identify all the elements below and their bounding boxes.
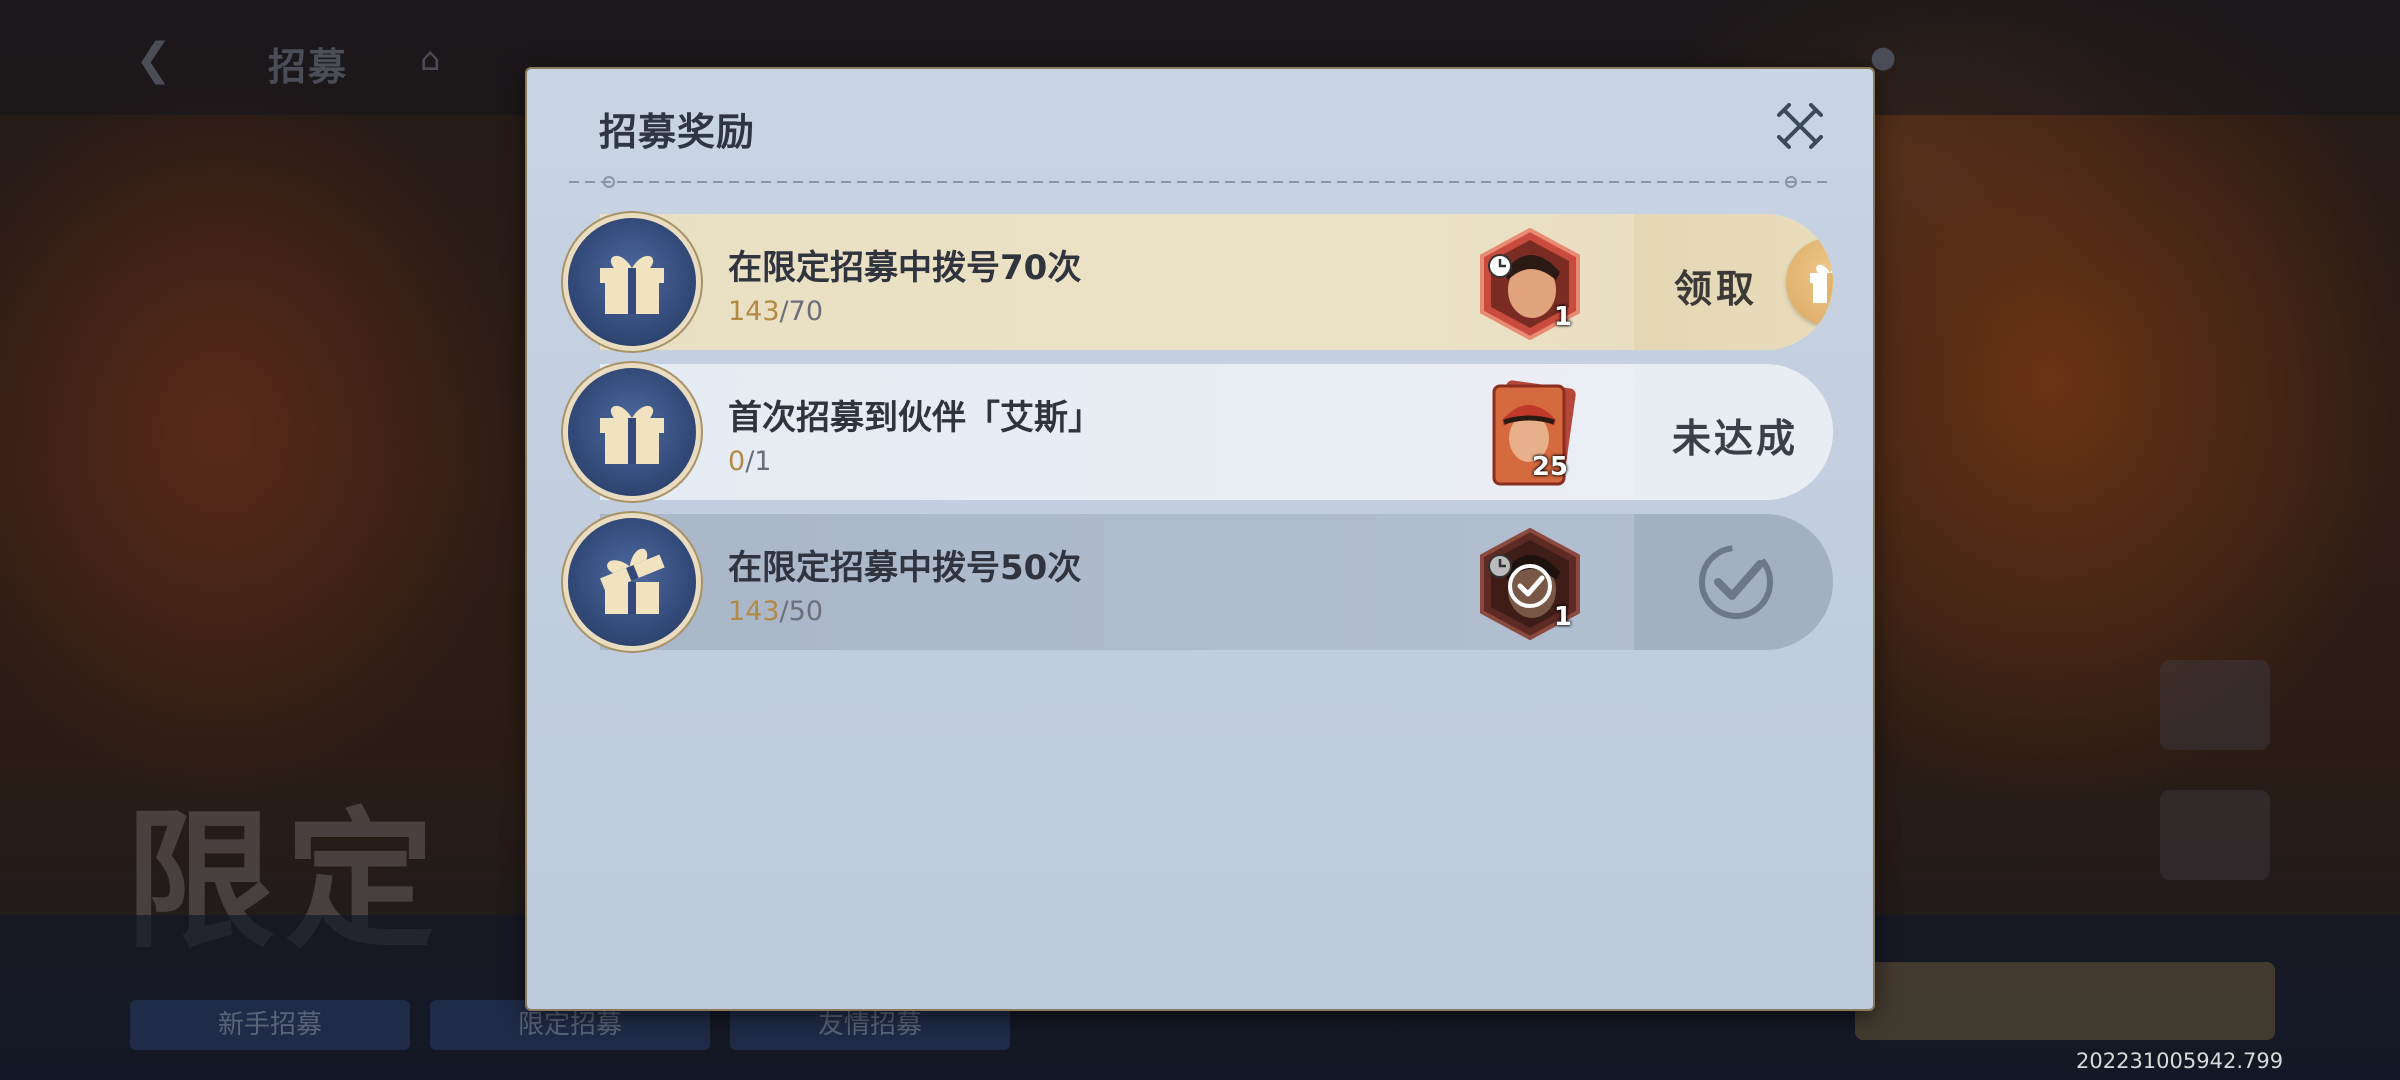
reward-task-progress: 143/50 [728,596,823,627]
ace-fragment-card-icon[interactable]: 25 [1476,378,1588,490]
status-cell [1634,514,1833,650]
reward-row: 领取 在限定招募中拨号70次 143/70 1 [568,214,1833,350]
side-shortcut-button [2160,660,2270,750]
gift-icon [1786,238,1833,326]
ace-portrait-claimed-icon[interactable]: 1 [1474,527,1586,641]
claim-button-label: 领取 [1674,267,1759,311]
reward-count: 25 [1531,452,1568,482]
close-button[interactable] [1775,101,1825,151]
reward-task-title: 在限定招募中拨号70次 [728,248,1082,288]
timestamp-overlay: 202231005942.799 [2076,1049,2284,1073]
reward-row: 未达成 首次招募到伙伴「艾斯」 0/1 25 [568,364,1833,500]
background-page-title: 招募 [268,45,349,89]
back-arrow-icon: ❮ [135,34,172,85]
gift-icon [568,218,696,346]
progress-total: /70 [779,296,823,327]
side-shortcut-button [2160,790,2270,880]
progress-current: 143 [728,296,780,327]
status-cell: 未达成 [1634,364,1833,500]
recruit-reward-dialog: 招募奖励 领取 在限定招募中拨号70次 143/70 1 未达成 首次招募到伙伴… [527,69,1873,1009]
reward-task-title: 在限定招募中拨号50次 [728,548,1082,588]
ace-portrait-timed-icon[interactable]: 1 [1474,227,1586,341]
progress-total: /50 [779,596,823,627]
crossed-swords-close-icon [1777,103,1823,149]
opened-gift-icon [568,518,696,646]
claimed-check-icon [1699,545,1773,619]
background-recruit-button [1855,962,2275,1040]
reward-row: 在限定招募中拨号50次 143/50 1 [568,514,1833,650]
claim-button[interactable]: 领取 [1634,214,1833,350]
reward-count: 1 [1553,602,1572,632]
reward-task-progress: 0/1 [728,446,771,477]
reward-task-title: 首次招募到伙伴「艾斯」 [728,398,1102,438]
reward-count: 1 [1553,302,1572,332]
progress-total: /1 [745,446,772,477]
gift-icon [568,368,696,496]
progress-current: 0 [728,446,746,477]
reward-task-progress: 143/70 [728,296,823,327]
progress-current: 143 [728,596,780,627]
currency-icon: ● [1870,40,1897,75]
background-tab: 新手招募 [130,1000,410,1050]
dialog-title: 招募奖励 [599,110,756,154]
title-divider [569,176,1831,188]
incomplete-status-label: 未达成 [1672,417,1799,462]
home-icon: ⌂ [420,40,441,78]
